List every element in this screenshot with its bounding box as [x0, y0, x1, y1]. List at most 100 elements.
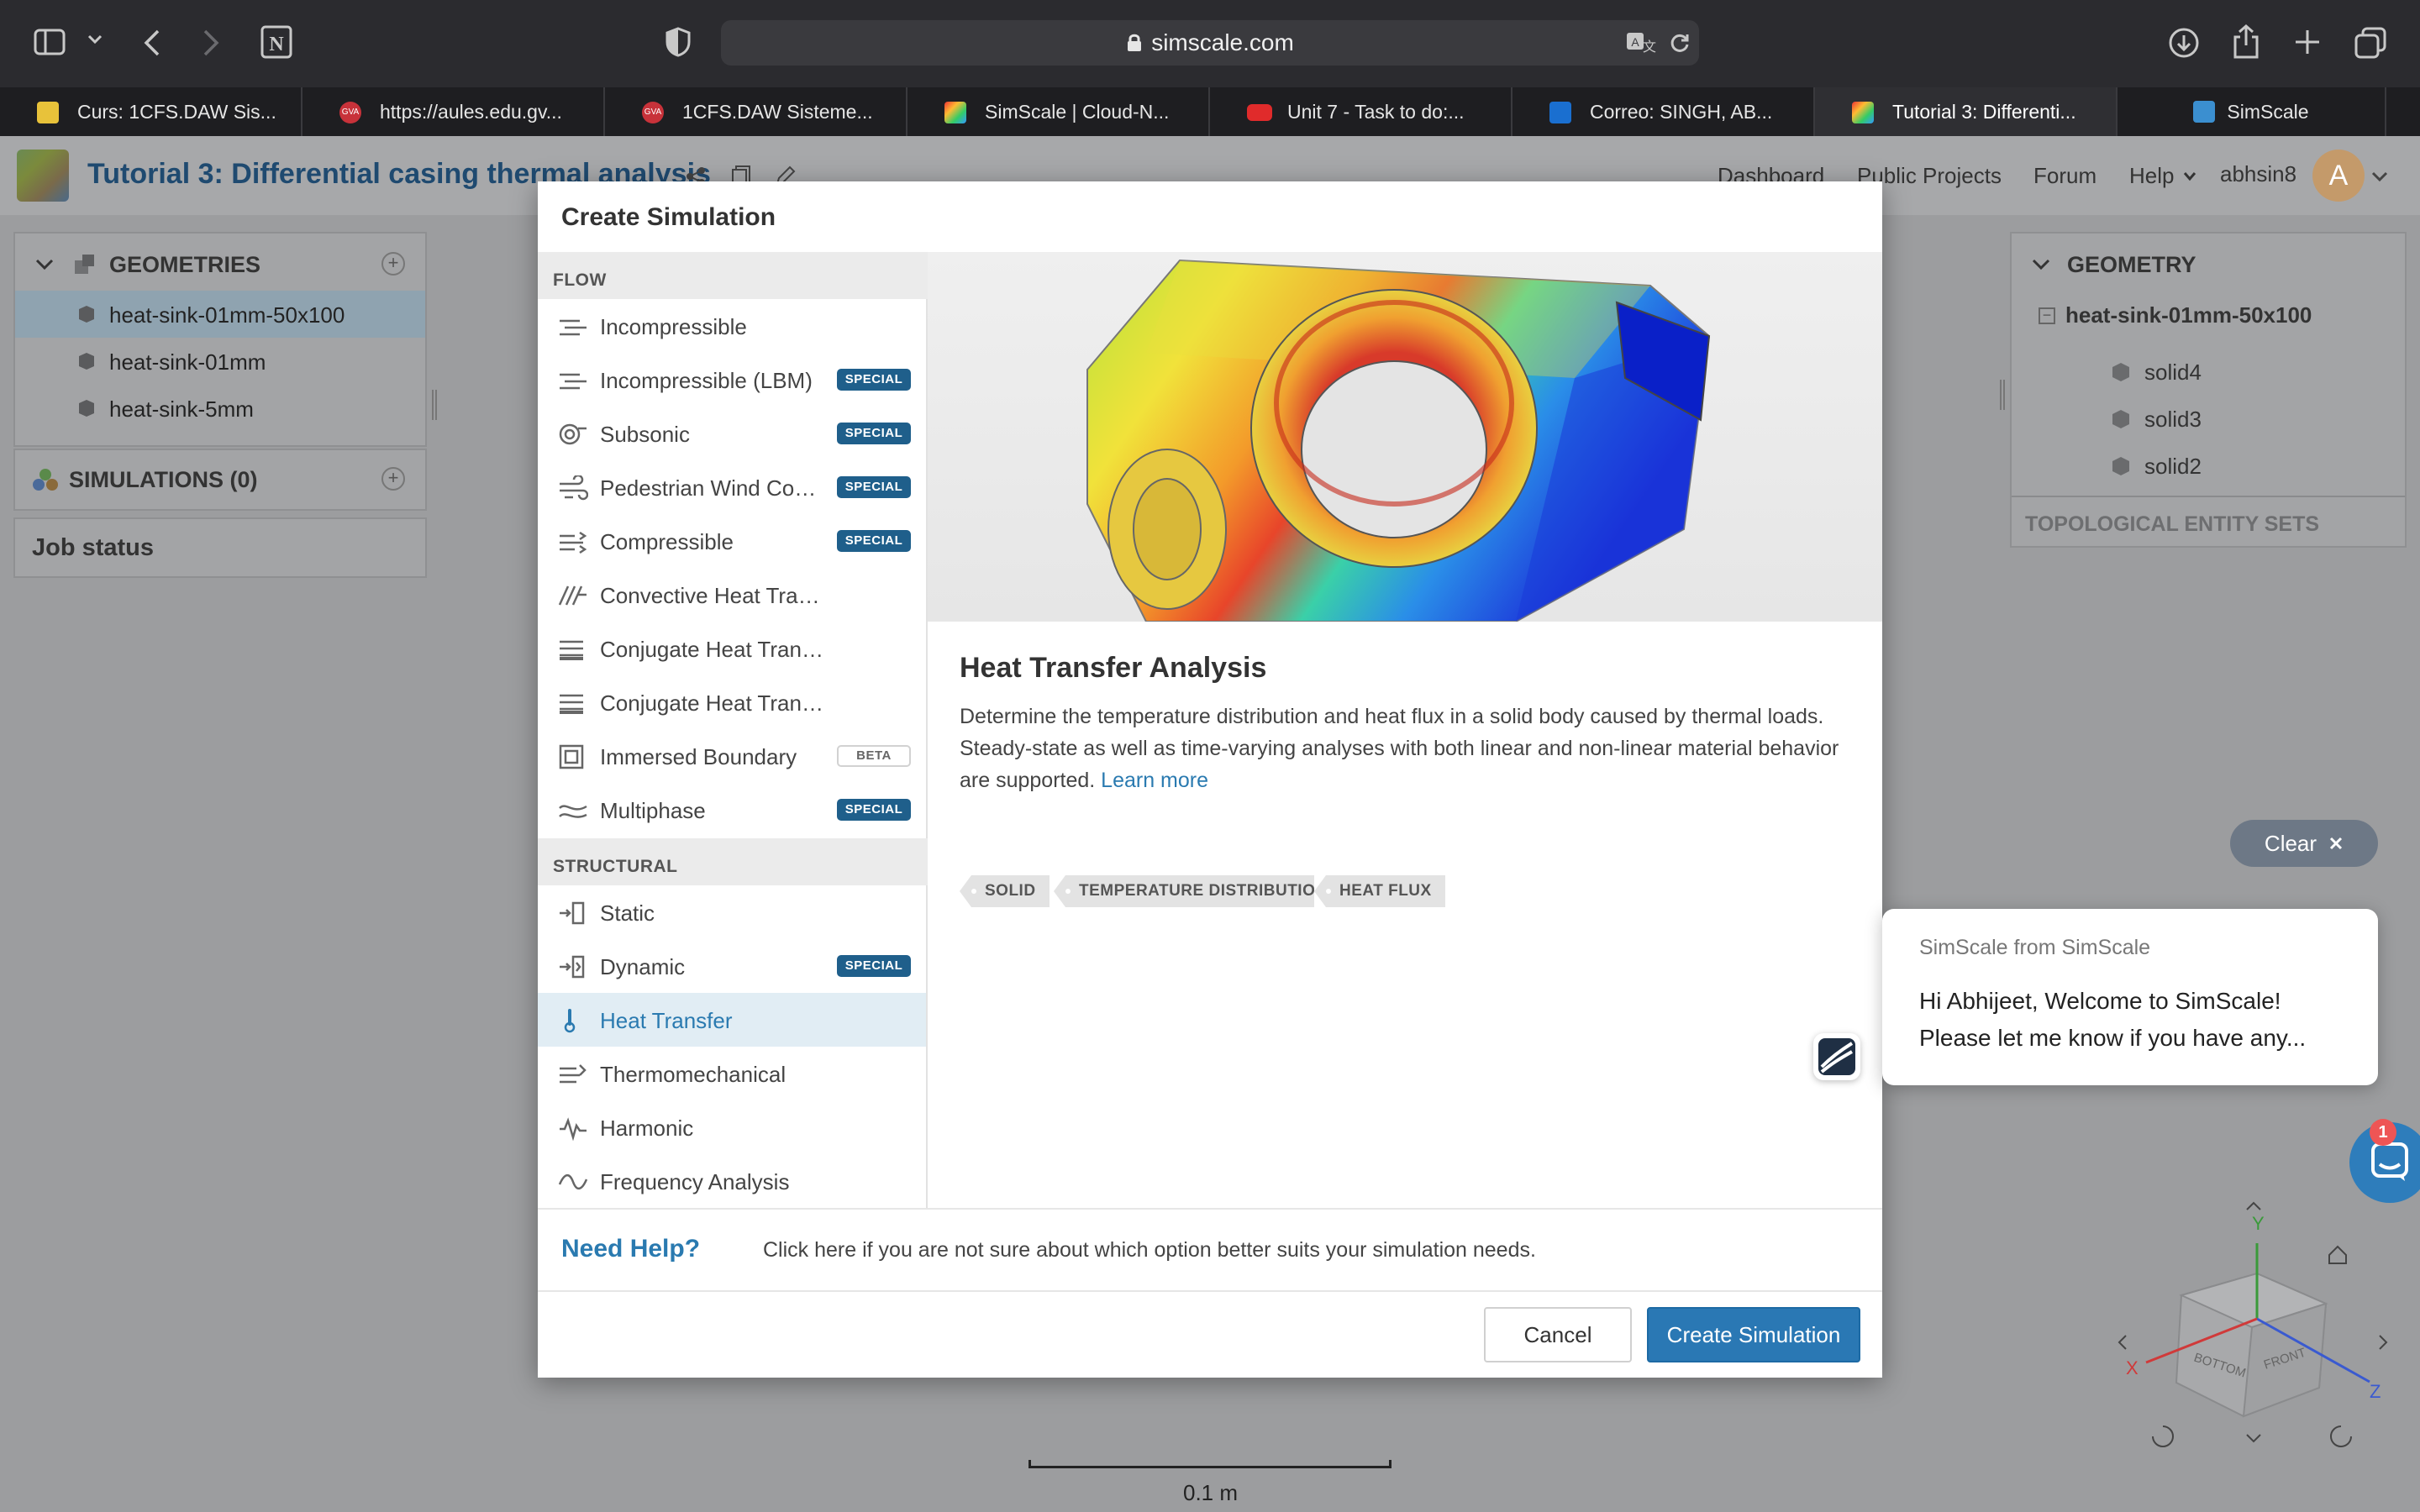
- download-icon[interactable]: [2168, 27, 2200, 59]
- address-bar[interactable]: simscale.com A文: [721, 20, 1699, 66]
- geometry-label: GEOMETRY: [2067, 252, 2196, 277]
- thermometer-icon: [558, 1008, 588, 1033]
- job-status-panel[interactable]: Job status: [13, 517, 427, 578]
- add-simulation-icon[interactable]: +: [381, 467, 405, 491]
- learn-more-link[interactable]: Learn more: [1101, 769, 1208, 792]
- solid-item[interactable]: solid2: [2012, 442, 2405, 489]
- analysis-item-frequency-analysis[interactable]: Frequency Analysis: [538, 1154, 926, 1208]
- geometries-panel: GEOMETRIES + heat-sink-01mm-50x100 heat-…: [13, 232, 427, 447]
- browser-tab[interactable]: Curs: 1CFS.DAW Sis...: [0, 87, 302, 136]
- beta-badge: BETA: [837, 745, 911, 767]
- sidebar-toggle-icon[interactable]: [34, 29, 66, 55]
- translate-icon[interactable]: A文: [1625, 30, 1659, 55]
- browser-tab[interactable]: GVA 1CFS.DAW Sisteme...: [605, 87, 908, 136]
- analysis-item-convective-heat-transfer[interactable]: Convective Heat Transfer: [538, 568, 926, 622]
- nav-forum[interactable]: Forum: [2033, 163, 2096, 189]
- new-tab-icon[interactable]: [2294, 29, 2321, 55]
- panel-resize-handle[interactable]: [432, 390, 437, 420]
- clear-chat-button[interactable]: Clear: [2230, 820, 2378, 867]
- chat-message: Hi Abhijeet, Welcome to SimScale! Please…: [1919, 988, 2307, 1051]
- add-geometry-icon[interactable]: +: [381, 252, 405, 276]
- chevron-down-icon[interactable]: [2371, 171, 2388, 181]
- simscale-logo[interactable]: [17, 150, 69, 202]
- tree-item[interactable]: heat-sink-5mm: [15, 385, 425, 432]
- compressible-icon: [558, 529, 588, 554]
- help-text[interactable]: Click here if you are not sure about whi…: [763, 1238, 1536, 1263]
- analysis-item-static[interactable]: Static: [538, 885, 926, 939]
- view-cube[interactable]: Y Z X BOTTOM FRONT: [2118, 1201, 2403, 1453]
- share-icon[interactable]: [2232, 24, 2260, 59]
- tree-item[interactable]: heat-sink-01mm: [15, 338, 425, 385]
- simscale-favicon-icon: [944, 102, 966, 123]
- analysis-item-pedestrian-wind[interactable]: Pedestrian Wind Com... SPECIAL: [538, 460, 926, 514]
- analysis-item-label: Compressible: [600, 529, 734, 554]
- analysis-item-incompressible[interactable]: Incompressible: [538, 299, 926, 353]
- cube-icon: [77, 351, 96, 371]
- chevron-down-icon[interactable]: [2183, 171, 2196, 181]
- cube-icon: [77, 304, 96, 324]
- chevron-down-icon[interactable]: [35, 259, 54, 270]
- convective-icon: [558, 583, 588, 608]
- analysis-title: Heat Transfer Analysis: [960, 652, 1267, 684]
- browser-tab[interactable]: Unit 7 - Task to do:...: [1210, 87, 1512, 136]
- youtube-favicon-icon: [1247, 104, 1272, 121]
- panel-resize-handle[interactable]: [2000, 380, 2005, 410]
- analysis-item-conjugate-heat-transfer[interactable]: Conjugate Heat Transfer: [538, 622, 926, 675]
- cancel-button[interactable]: Cancel: [1484, 1307, 1632, 1362]
- browser-tab[interactable]: Correo: SINGH, AB...: [1512, 87, 1815, 136]
- analysis-item-compressible[interactable]: Compressible SPECIAL: [538, 514, 926, 568]
- create-simulation-button[interactable]: Create Simulation: [1647, 1307, 1860, 1362]
- tab-label: SimScale: [2227, 100, 2309, 123]
- analysis-description: Determine the temperature distribution a…: [960, 701, 1867, 796]
- back-icon[interactable]: [143, 29, 161, 57]
- cube-icon: [2111, 455, 2131, 477]
- analysis-item-heat-transfer[interactable]: Heat Transfer: [538, 993, 926, 1047]
- chevron-down-icon[interactable]: [2032, 259, 2050, 270]
- forward-icon[interactable]: [202, 29, 220, 57]
- geometry-root-label[interactable]: heat-sink-01mm-50x100: [2065, 302, 2312, 328]
- geometries-label: GEOMETRIES: [109, 252, 261, 277]
- avatar[interactable]: A: [2312, 150, 2365, 202]
- chat-sender-avatar: [1813, 1033, 1860, 1080]
- clear-label: Clear: [2264, 830, 2317, 856]
- analysis-item-multiphase[interactable]: Multiphase SPECIAL: [538, 783, 926, 837]
- analysis-item-immersed-boundary[interactable]: Immersed Boundary BETA: [538, 729, 926, 783]
- username[interactable]: abhsin8: [2220, 161, 2296, 187]
- analysis-item-conjugate-heat-transfer-v2[interactable]: Conjugate Heat Transfer v2.0: [538, 675, 926, 729]
- analysis-item-harmonic[interactable]: Harmonic: [538, 1100, 926, 1154]
- analysis-item-label: Conjugate Heat Transfer: [600, 637, 825, 662]
- simulations-label[interactable]: SIMULATIONS (0): [69, 467, 258, 493]
- chevron-down-icon[interactable]: [87, 34, 103, 45]
- reload-icon[interactable]: [1669, 32, 1691, 54]
- shield-icon[interactable]: [666, 27, 691, 57]
- dynamic-icon: [558, 954, 588, 979]
- flow-category-header: FLOW: [538, 252, 928, 299]
- scale-label: 0.1 m: [1183, 1480, 1239, 1505]
- simulations-icon: [32, 467, 59, 492]
- browser-tab[interactable]: GVA https://aules.edu.gv...: [302, 87, 605, 136]
- analysis-item-dynamic[interactable]: Dynamic SPECIAL: [538, 939, 926, 993]
- simscale-favicon-icon: [2193, 101, 2216, 123]
- browser-tab-active[interactable]: Tutorial 3: Differenti...: [1815, 87, 2118, 136]
- tab-label: Unit 7 - Task to do:...: [1287, 100, 1465, 123]
- browser-tab[interactable]: SimScale: [2118, 87, 2386, 136]
- analysis-item-thermomechanical[interactable]: Thermomechanical: [538, 1047, 926, 1100]
- chat-message-bubble[interactable]: SimScale from SimScale Hi Abhijeet, Welc…: [1882, 909, 2378, 1085]
- browser-tab[interactable]: SimScale | Cloud-N...: [908, 87, 1210, 136]
- collapse-icon[interactable]: −: [2039, 307, 2055, 324]
- nav-help[interactable]: Help: [2129, 163, 2174, 189]
- structural-category-header: STRUCTURAL: [538, 838, 928, 885]
- analysis-item-incompressible-lbm[interactable]: Incompressible (LBM) SPECIAL: [538, 353, 926, 407]
- help-row[interactable]: Need Help? Click here if you are not sur…: [538, 1208, 1882, 1292]
- solid-item[interactable]: solid4: [2012, 348, 2405, 395]
- tag-heat-flux: HEAT FLUX: [1314, 875, 1445, 907]
- notion-icon[interactable]: N: [260, 25, 292, 59]
- need-help-link[interactable]: Need Help?: [561, 1235, 700, 1263]
- view-cube-graphic: Y Z X BOTTOM FRONT: [2118, 1201, 2388, 1447]
- analysis-item-subsonic[interactable]: Subsonic SPECIAL: [538, 407, 926, 460]
- analysis-item-label: Immersed Boundary: [600, 744, 797, 769]
- topological-sets-label[interactable]: TOPOLOGICAL ENTITY SETS: [2025, 512, 2319, 537]
- solid-item[interactable]: solid3: [2012, 395, 2405, 442]
- tab-overview-icon[interactable]: [2354, 27, 2386, 59]
- tree-item-selected[interactable]: heat-sink-01mm-50x100: [15, 291, 425, 338]
